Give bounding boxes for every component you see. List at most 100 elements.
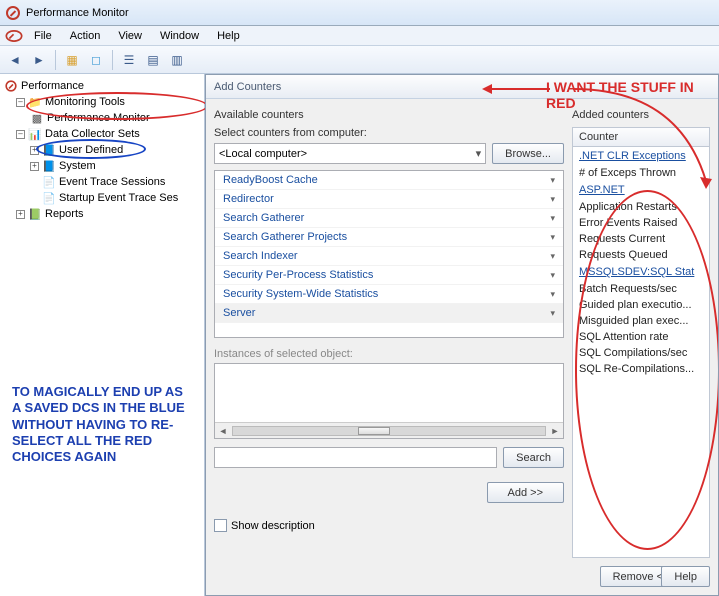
show-description-checkbox[interactable]: [214, 519, 227, 532]
back-button[interactable]: ◄: [4, 49, 26, 71]
added-counter-item[interactable]: Error Events Raised: [573, 215, 709, 231]
tree-label: Monitoring Tools: [45, 96, 125, 108]
window-title: Performance Monitor: [26, 7, 129, 19]
collapse-icon[interactable]: –: [16, 130, 25, 139]
added-counter-item[interactable]: Misguided plan exec...: [573, 313, 709, 329]
tree-event-trace[interactable]: 📄 Event Trace Sessions: [2, 174, 202, 190]
app-icon: [6, 6, 20, 20]
tree-reports[interactable]: + 📗 Reports: [2, 206, 202, 222]
chevron-down-icon: ▾: [550, 289, 555, 300]
help-button[interactable]: Help: [661, 566, 710, 587]
expand-icon[interactable]: +: [16, 210, 25, 219]
available-counters-panel: Available counters Select counters from …: [214, 107, 564, 587]
window-titlebar: Performance Monitor: [0, 0, 719, 26]
main-area: Performance – 📁 Monitoring Tools ▩ Perfo…: [0, 74, 719, 596]
dialog-body: Available counters Select counters from …: [206, 99, 718, 595]
menu-window[interactable]: Window: [152, 28, 207, 44]
added-counter-item[interactable]: SQL Attention rate: [573, 329, 709, 345]
added-counter-item[interactable]: # of Exceps Thrown: [573, 165, 709, 181]
added-counter-item[interactable]: Requests Queued: [573, 247, 709, 263]
tree-system[interactable]: + 📘 System: [2, 158, 202, 174]
export-button[interactable]: ▥: [166, 49, 188, 71]
added-counters-panel: Added counters Counter .NET CLR Exceptio…: [572, 107, 710, 587]
counter-category-item[interactable]: ReadyBoost Cache▾: [215, 171, 563, 190]
counter-category-item[interactable]: Redirector▾: [215, 190, 563, 209]
counter-group-header[interactable]: MSSQLSDEV:SQL Stat: [573, 263, 709, 281]
refresh-button[interactable]: ▤: [142, 49, 164, 71]
folder-icon: 📁: [28, 95, 42, 109]
search-input[interactable]: [214, 447, 497, 468]
added-counter-item[interactable]: Requests Current: [573, 231, 709, 247]
added-counters-list[interactable]: .NET CLR Exceptions# of Exceps ThrownASP…: [572, 147, 710, 558]
counter-group-header[interactable]: ASP.NET: [573, 181, 709, 199]
counter-category-list[interactable]: ReadyBoost Cache▾Redirector▾Search Gathe…: [214, 170, 564, 338]
tree-label: User Defined: [59, 144, 123, 156]
annotation-note: TO MAGICALLY END UP AS A SAVED DCS IN TH…: [12, 384, 192, 465]
forward-button[interactable]: ►: [28, 49, 50, 71]
counter-group-header[interactable]: .NET CLR Exceptions: [573, 147, 709, 165]
counter-category-item[interactable]: Search Indexer▾: [215, 247, 563, 266]
added-counter-item[interactable]: Batch Requests/sec: [573, 281, 709, 297]
perf-icon: [5, 80, 16, 91]
available-counters-label: Available counters: [214, 109, 564, 121]
browse-button[interactable]: Browse...: [492, 143, 564, 164]
tree-label: Performance Monitor: [47, 112, 150, 124]
scroll-left-icon[interactable]: ◄: [215, 426, 231, 436]
tree-performance-monitor[interactable]: ▩ Performance Monitor: [2, 110, 202, 126]
menubar: File Action View Window Help: [0, 26, 719, 46]
collapse-icon[interactable]: –: [16, 98, 25, 107]
expand-icon[interactable]: +: [30, 162, 39, 171]
tree-data-collector-sets[interactable]: – 📊 Data Collector Sets: [2, 126, 202, 142]
expand-icon[interactable]: +: [30, 146, 39, 155]
new-window-button[interactable]: ◻: [85, 49, 107, 71]
tree-label: Reports: [45, 208, 84, 220]
dcs-icon: 📘: [42, 143, 56, 157]
chevron-down-icon: ▾: [550, 308, 555, 319]
instances-list[interactable]: ◄ ►: [214, 363, 564, 439]
show-description-label: Show description: [231, 520, 315, 532]
annotation-red-text: I WANT THE STUFF IN RED: [546, 79, 718, 111]
counter-category-item[interactable]: Security System-Wide Statistics▾: [215, 285, 563, 304]
added-counter-item[interactable]: Application Restarts: [573, 199, 709, 215]
properties-button[interactable]: ☰: [118, 49, 140, 71]
counter-category-item[interactable]: Search Gatherer Projects▾: [215, 228, 563, 247]
horizontal-scrollbar[interactable]: ◄ ►: [215, 422, 563, 438]
scroll-right-icon[interactable]: ►: [547, 426, 563, 436]
counter-column-header[interactable]: Counter: [572, 127, 710, 147]
chevron-down-icon: ▾: [550, 270, 555, 281]
tree-root-label: Performance: [21, 80, 84, 92]
tree-label: Event Trace Sessions: [59, 176, 165, 188]
counter-category-item[interactable]: Server▾: [215, 304, 563, 323]
tree-label: Data Collector Sets: [45, 128, 140, 140]
tree-label: System: [59, 160, 96, 172]
menu-help[interactable]: Help: [209, 28, 248, 44]
tree-startup-event-trace[interactable]: 📄 Startup Event Trace Ses: [2, 190, 202, 206]
computer-combo[interactable]: <Local computer>: [214, 143, 486, 164]
tree-monitoring-tools[interactable]: – 📁 Monitoring Tools: [2, 94, 202, 110]
chevron-down-icon: ▾: [550, 213, 555, 224]
tree-root[interactable]: Performance: [2, 78, 202, 94]
add-button[interactable]: Add >>: [487, 482, 564, 503]
chevron-down-icon: ▾: [550, 251, 555, 262]
tree-user-defined[interactable]: + 📘 User Defined: [2, 142, 202, 158]
menu-view[interactable]: View: [110, 28, 150, 44]
added-counter-item[interactable]: Guided plan executio...: [573, 297, 709, 313]
added-counter-item[interactable]: SQL Compilations/sec: [573, 345, 709, 361]
menu-action[interactable]: Action: [62, 28, 109, 44]
app-icon-small: [6, 30, 23, 42]
counter-category-item[interactable]: Search Gatherer▾: [215, 209, 563, 228]
counter-category-item[interactable]: Security Per-Process Statistics▾: [215, 266, 563, 285]
chevron-down-icon: ▾: [550, 232, 555, 243]
toolbar: ◄ ► ▦ ◻ ☰ ▤ ▥: [0, 46, 719, 74]
show-hide-tree-button[interactable]: ▦: [61, 49, 83, 71]
menu-file[interactable]: File: [26, 28, 60, 44]
search-button[interactable]: Search: [503, 447, 564, 468]
separator: [112, 50, 113, 70]
separator: [55, 50, 56, 70]
instances-label: Instances of selected object:: [214, 348, 564, 360]
added-counter-item[interactable]: SQL Re-Compilations...: [573, 361, 709, 377]
add-counters-dialog: Add Counters I WANT THE STUFF IN RED Ava…: [205, 74, 719, 596]
dcs-icon: 📊: [28, 127, 42, 141]
tree-label: Startup Event Trace Ses: [59, 192, 178, 204]
scroll-thumb[interactable]: [232, 426, 546, 436]
